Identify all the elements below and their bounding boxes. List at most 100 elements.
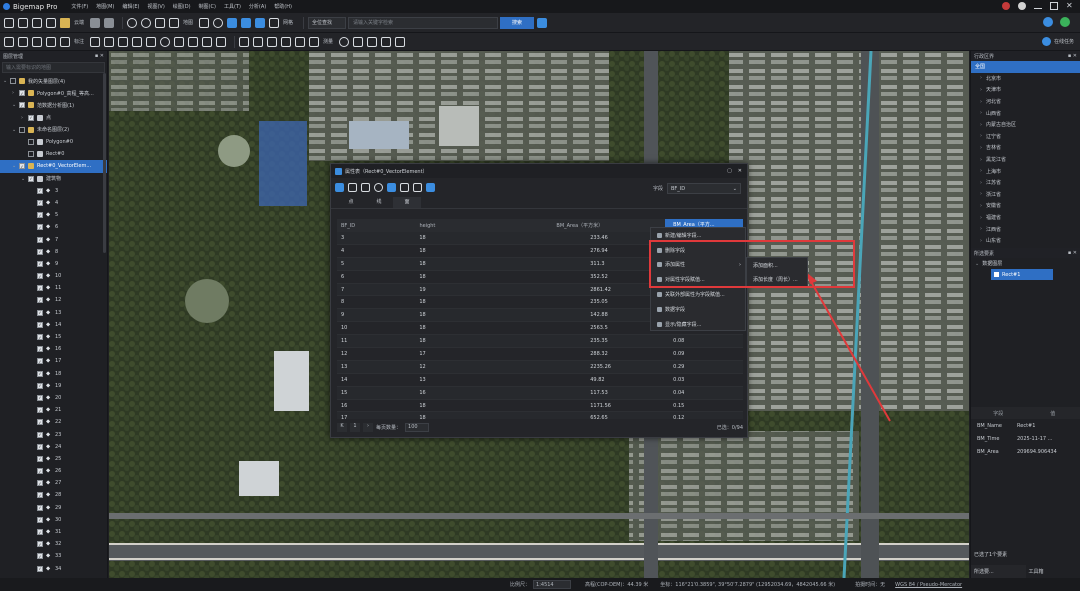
menu-file[interactable]: 文件(F) [71,3,88,10]
layer-checkbox[interactable]: ✓ [37,285,43,292]
layer-checkbox[interactable] [28,139,34,146]
col-bm-area[interactable]: BM_Area（平方米） [495,222,666,229]
panel-close-icon[interactable]: ▪ ✕ [95,53,104,59]
layer-checkbox[interactable]: ✓ [37,419,43,426]
user-avatar-icon[interactable] [1002,2,1010,10]
col-bf-id[interactable]: BF_ID [337,223,419,229]
layer-item[interactable]: ✓ ⬥ 28 [0,489,107,501]
rect-icon[interactable] [132,36,143,47]
layer-checkbox[interactable]: ✓ [37,529,43,536]
online-task-icon[interactable] [1041,37,1051,46]
layer-checkbox[interactable]: ✓ [19,163,25,170]
layer-checkbox[interactable]: ✓ [37,407,43,414]
tab-selected-features[interactable]: 所选要... [971,565,1026,578]
layer-item[interactable]: ✓ ⬥ 30 [0,514,107,526]
layer-item[interactable]: ✓ ⬥ 3 [0,185,107,197]
search-mode-select[interactable]: 全位查找 [308,16,347,29]
minimize-icon[interactable] [1034,4,1042,9]
circle-icon[interactable] [160,36,171,47]
layer-item[interactable]: ✓ ⬥ 4 [0,197,107,209]
per-page-input[interactable]: 100 [405,422,430,432]
layer-item[interactable]: ⌄ ✓ 范数据分析图(1) [0,99,107,111]
region-item[interactable]: › 浙江省 [971,189,1080,201]
layer-item[interactable]: Polygon#0 [0,136,107,148]
menu-join-external[interactable]: 关联外部属性为字段赋值... [651,287,745,302]
layer-checkbox[interactable]: ✓ [28,114,34,121]
layer-checkbox[interactable]: ✓ [37,394,43,401]
selected-close-icon[interactable]: ▪ ✕ [1068,250,1077,256]
layer-checkbox[interactable]: ✓ [28,175,34,182]
layer-item[interactable]: › ✓ Polygon#0_高程_等高... [0,87,107,99]
save-icon[interactable] [18,17,28,28]
layer-checkbox[interactable]: ✓ [37,565,43,572]
layer-checkbox[interactable]: ✓ [37,187,43,194]
paste-icon[interactable] [361,182,370,192]
layer-item[interactable]: ⌄ 未命名图层(2) [0,124,107,136]
measure-height-icon[interactable] [395,36,406,47]
layer-item[interactable]: ✓ ⬥ 18 [0,368,107,380]
layer-checkbox[interactable]: ✓ [37,382,43,389]
layer-checkbox[interactable]: ✓ [37,297,43,304]
col-height[interactable]: height [419,223,494,229]
layer-checkbox[interactable]: ✓ [37,309,43,316]
tree-arrow-icon[interactable]: › [21,115,27,121]
split-icon[interactable] [281,36,292,47]
layer-checkbox[interactable]: ✓ [37,199,43,206]
layer-checkbox[interactable]: ✓ [37,236,43,243]
layer-checkbox[interactable] [28,151,34,158]
layer-item[interactable]: ✓ ⬥ 11 [0,282,107,294]
layer-item[interactable]: ✓ ⬥ 5 [0,209,107,221]
prev-page-button[interactable]: K [337,422,347,432]
layer-item[interactable]: ✓ ⬥ 15 [0,331,107,343]
layer-item[interactable]: ✓ ⬥ 8 [0,246,107,258]
table-row[interactable]: 17 18 652.65 0.12 [337,412,743,419]
layer-item[interactable]: ⌄ ✓ 建筑物 [0,173,107,185]
layer-item[interactable]: ✓ ⬥ 6 [0,221,107,233]
tree-arrow-icon[interactable]: ⌄ [12,163,18,169]
table-row[interactable]: 11 18 235.35 0.08 [337,335,743,349]
merge-icon[interactable] [295,36,306,47]
online-task-link[interactable]: 在线任务 [1054,38,1074,45]
layer-checkbox[interactable]: ✓ [37,541,43,548]
layer-checkbox[interactable]: ✓ [37,455,43,462]
region-item[interactable]: › 安徽省 [971,200,1080,212]
layer-item[interactable]: ✓ ⬥ 21 [0,404,107,416]
layer-checkbox[interactable]: ✓ [37,346,43,353]
switch-selection-icon[interactable] [413,182,422,192]
table-row[interactable]: 14 13 49.82 0.03 [337,374,743,387]
menu-help[interactable]: 帮助(H) [274,3,292,10]
layer-item[interactable]: ✓ ⬥ 29 [0,502,107,514]
map-label[interactable]: 地图 [183,19,193,26]
menu-map[interactable]: 地图(M) [96,3,114,10]
region-item[interactable]: › 山东省 [971,235,1080,247]
layer-map-alt-icon[interactable] [104,17,115,28]
refresh-icon[interactable] [169,17,180,28]
user-avatar-alt-icon[interactable] [1018,2,1026,10]
region-item[interactable]: › 上海市 [971,165,1080,177]
tree-arrow-icon[interactable]: ⌄ [12,102,18,108]
cloud-label[interactable]: 云端 [74,19,84,26]
tab-toolbox[interactable]: 工具箱 [1026,565,1080,578]
table-row[interactable]: 16 18 1171.56 0.15 [337,400,743,413]
folder-icon[interactable] [4,17,14,28]
status-green-icon[interactable] [1060,17,1070,27]
region-item[interactable]: › 内蒙古自治区 [971,119,1080,131]
calculator-icon[interactable] [387,182,396,192]
scale-input[interactable]: 1:4514 [533,580,572,589]
layer-item[interactable]: ✓ ⬥ 17 [0,355,107,367]
layer-checkbox[interactable]: ✓ [37,358,43,365]
layer-item[interactable]: ✓ ⬥ 34 [0,563,107,575]
search-button[interactable]: 搜索 [500,16,535,29]
sync-icon[interactable] [1043,17,1053,27]
menu-draw[interactable]: 绘图(D) [173,3,191,10]
curve-icon[interactable] [216,36,227,47]
table-icon[interactable] [241,17,252,28]
region-item[interactable]: › 山西省 [971,107,1080,119]
split-view-icon[interactable] [255,17,266,28]
table-row[interactable]: 15 16 117.53 0.04 [337,386,743,400]
grid-label[interactable]: 网格 [283,19,293,26]
selected-item[interactable]: Rect#1 [991,269,1053,280]
layer-item[interactable]: ✓ ⬥ 12 [0,294,107,306]
star-icon[interactable] [537,17,548,28]
region-item[interactable]: › 河北省 [971,96,1080,108]
